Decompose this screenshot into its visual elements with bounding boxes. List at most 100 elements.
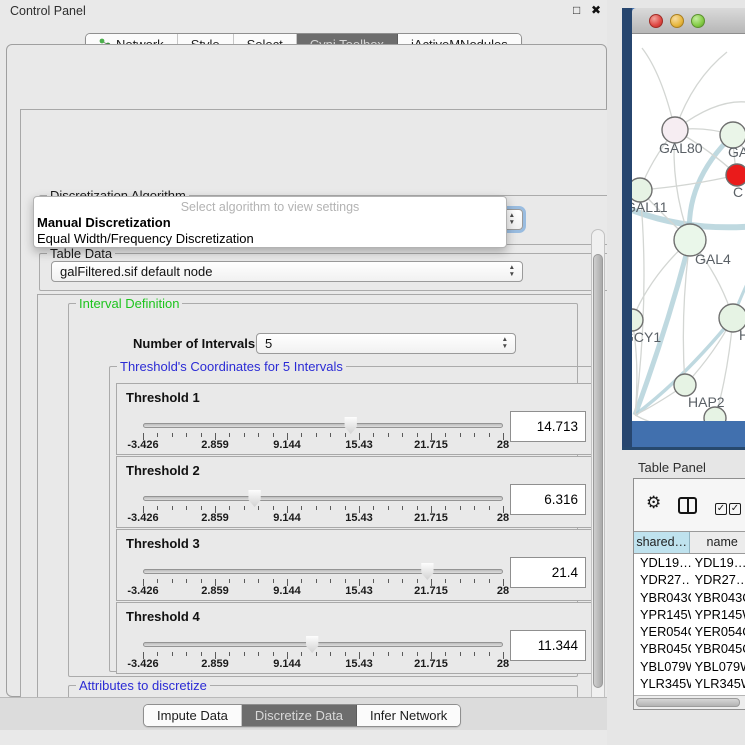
table-row[interactable]: YBL079WYBL079W — [634, 658, 745, 675]
minor-tick — [445, 433, 446, 437]
algorithm-option-manual[interactable]: Manual Discretization — [37, 215, 171, 230]
slider-track[interactable] — [143, 496, 503, 501]
network-edge[interactable] — [635, 415, 715, 421]
tick-label: 15.43 — [345, 512, 373, 524]
table-header-row: shared… name — [634, 531, 745, 554]
minimize-light-icon[interactable] — [670, 14, 684, 28]
table-horizontal-scrollbar[interactable] — [634, 695, 745, 709]
minor-tick — [316, 433, 317, 437]
checkbox-checked-icon[interactable]: ✓ — [729, 503, 741, 515]
minor-tick — [258, 579, 259, 583]
tick-label: 9.144 — [273, 585, 301, 597]
cell-name: YBL079W — [691, 658, 745, 675]
minor-tick — [460, 433, 461, 437]
network-node[interactable] — [632, 309, 643, 331]
threshold-value-field[interactable]: 6.316 — [510, 484, 586, 515]
column-header-name[interactable]: name — [690, 532, 745, 553]
network-node[interactable] — [674, 374, 696, 396]
table-row[interactable]: YBR045CYBR045C — [634, 640, 745, 657]
combo-stepper-icon: ▲▼ — [509, 264, 515, 278]
minor-tick — [157, 506, 158, 510]
minor-tick — [474, 506, 475, 510]
minor-tick — [445, 579, 446, 583]
network-canvas[interactable]: GAL80GACGAL11GAL4GCY1HHAP2 — [632, 34, 745, 421]
tab-content-panel: Discretization Algorithm ▲▼ Table Data g… — [6, 44, 607, 697]
algorithm-dropdown-popup: Select algorithm to view settings Manual… — [33, 196, 507, 248]
tick-label: 2.859 — [201, 585, 229, 597]
network-edge[interactable] — [640, 175, 737, 190]
network-view-window[interactable]: GAL80GACGAL11GAL4GCY1HHAP2 — [622, 8, 745, 450]
settings-scroll-viewport: Interval Definition Number of Intervals … — [37, 294, 603, 745]
cell-name: YDL19… — [691, 554, 745, 571]
close-window-icon[interactable]: ✖ — [591, 3, 601, 17]
minor-tick — [244, 506, 245, 510]
minor-tick — [229, 506, 230, 510]
cell-shared-name: YDL19… — [634, 554, 691, 571]
algorithm-option-equal-width[interactable]: Equal Width/Frequency Discretization — [37, 231, 254, 246]
tick-label: -3.426 — [127, 512, 158, 524]
network-edge[interactable] — [675, 52, 727, 130]
number-of-intervals-combobox[interactable]: 5 ▲▼ — [256, 333, 516, 354]
tab-impute-data[interactable]: Impute Data — [144, 705, 242, 726]
gear-icon[interactable]: ⚙ — [646, 493, 661, 513]
table-row[interactable]: YER054CYER054C — [634, 623, 745, 640]
threshold-panel: Threshold 2 -3.4262.8599.14415.4321.7152… — [116, 456, 594, 528]
network-node-label: GCY1 — [632, 329, 661, 345]
minor-tick — [244, 652, 245, 656]
minor-tick — [316, 506, 317, 510]
minor-tick — [460, 506, 461, 510]
threshold-value-field[interactable]: 21.4 — [510, 557, 586, 588]
minor-tick — [373, 652, 374, 656]
network-node[interactable] — [726, 164, 745, 186]
cyni-mode-tabs: Impute DataDiscretize DataInfer Network — [143, 704, 461, 727]
cell-shared-name: YBR045C — [634, 640, 691, 657]
table-row[interactable]: YLR345WYLR345W — [634, 675, 745, 692]
minor-tick — [460, 652, 461, 656]
minor-tick — [330, 433, 331, 437]
table-row[interactable]: YDL19…YDL19… — [634, 554, 745, 571]
zoom-light-icon[interactable] — [691, 14, 705, 28]
table-panel: ⚙ ✓ ✓ shared… name YDL19…YDL19…YDR27…YDR… — [633, 478, 745, 710]
bottom-tab-band: Impute DataDiscretize DataInfer Network — [0, 697, 612, 730]
tab-infer-network[interactable]: Infer Network — [357, 705, 460, 726]
split-columns-icon[interactable] — [678, 497, 697, 514]
minor-tick — [474, 652, 475, 656]
minor-tick — [273, 579, 274, 583]
tab-discretize-data[interactable]: Discretize Data — [242, 705, 357, 726]
table-row[interactable]: YBR043CYBR043C — [634, 589, 745, 606]
table-row[interactable]: YPR145WYPR145W — [634, 606, 745, 623]
number-of-intervals-value: 5 — [265, 336, 272, 351]
slider-track[interactable] — [143, 642, 503, 647]
table-hscrollbar-thumb[interactable] — [636, 698, 740, 707]
minor-tick — [186, 652, 187, 656]
minor-tick — [186, 506, 187, 510]
checkbox-checked-icon[interactable]: ✓ — [715, 503, 727, 515]
slider-tick-labels: -3.4262.8599.14415.4321.71528 — [143, 439, 503, 452]
slider-track[interactable] — [143, 423, 503, 428]
slider-track[interactable] — [143, 569, 503, 574]
table-panel-title: Table Panel — [638, 460, 706, 475]
minor-tick — [460, 579, 461, 583]
table-data-label: Table Data — [47, 246, 115, 261]
network-graph: GAL80GACGAL11GAL4GCY1HHAP2 — [632, 34, 745, 421]
cell-name: YLR345W — [691, 675, 745, 692]
settings-scrollbar[interactable] — [591, 229, 605, 711]
network-window-titlebar[interactable] — [632, 8, 745, 34]
threshold-label: Threshold 3 — [126, 536, 200, 551]
minor-tick — [373, 579, 374, 583]
settings-scrollbar-thumb[interactable] — [593, 254, 603, 688]
cell-shared-name: YBL079W — [634, 658, 691, 675]
table-data-combobox[interactable]: galFiltered.sif default node ▲▼ — [51, 261, 523, 282]
tick-label: 9.144 — [273, 512, 301, 524]
minor-tick — [273, 506, 274, 510]
threshold-value-field[interactable]: 14.713 — [510, 411, 586, 442]
minor-tick — [273, 652, 274, 656]
minor-tick — [489, 652, 490, 656]
table-row[interactable]: YDR27…YDR27… — [634, 571, 745, 588]
threshold-value-field[interactable]: 11.344 — [510, 630, 586, 661]
column-header-shared-name[interactable]: shared… — [634, 532, 690, 553]
slider-tick-labels: -3.4262.8599.14415.4321.71528 — [143, 585, 503, 598]
close-light-icon[interactable] — [649, 14, 663, 28]
thresholds-group: Threshold's Coordinates for 5 Intervals … — [109, 366, 601, 672]
float-window-icon[interactable]: □ — [573, 3, 580, 17]
